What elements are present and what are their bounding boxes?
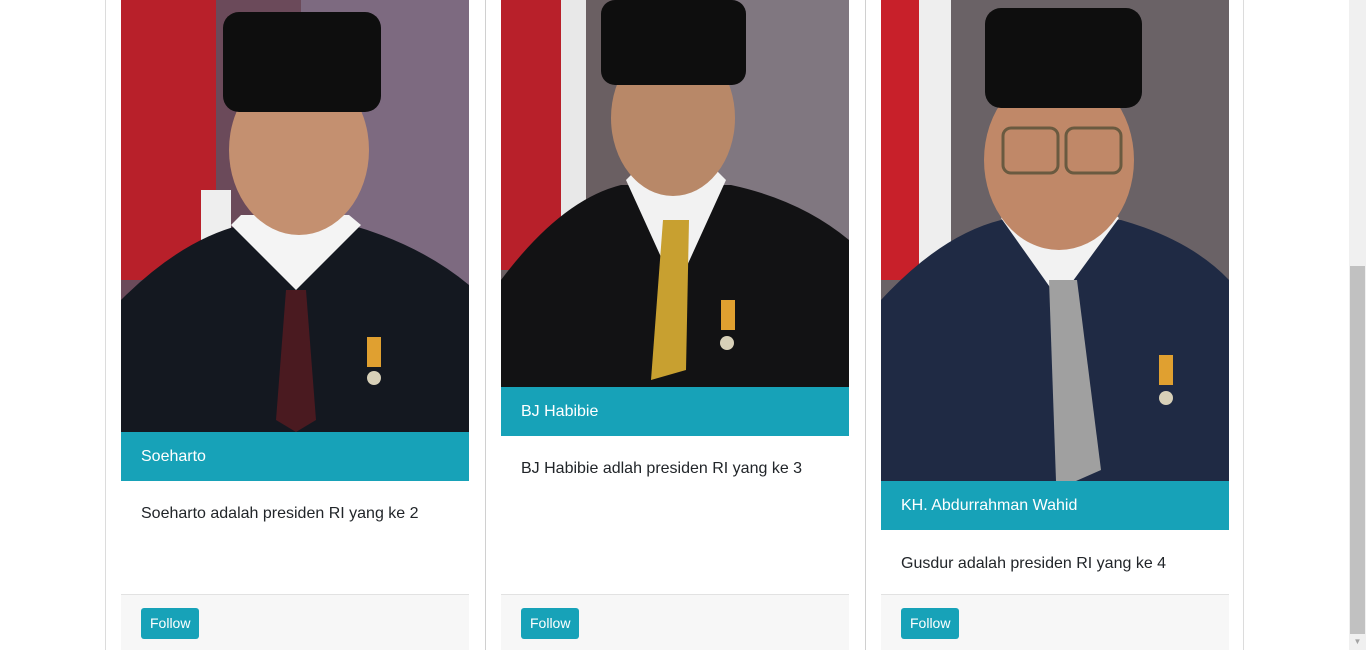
- portrait-image: [121, 0, 469, 432]
- president-card: Soeharto Soeharto adalah presiden RI yan…: [121, 0, 469, 650]
- president-description: Soeharto adalah presiden RI yang ke 2: [141, 505, 419, 522]
- column-divider: [485, 0, 486, 650]
- scrollbar-thumb[interactable]: [1350, 266, 1365, 634]
- page: Soeharto Soeharto adalah presiden RI yan…: [0, 0, 1366, 650]
- president-name-bar: KH. Abdurrahman Wahid: [881, 481, 1229, 530]
- follow-button[interactable]: Follow: [901, 608, 960, 639]
- card-footer: Follow: [501, 594, 849, 650]
- column-divider: [865, 0, 866, 650]
- president-name-bar: Soeharto: [121, 432, 469, 481]
- president-name-bar: BJ Habibie: [501, 387, 849, 436]
- president-photo: [501, 0, 849, 387]
- president-card: KH. Abdurrahman Wahid Gusdur adalah pres…: [881, 0, 1229, 650]
- scroll-down-arrow-icon[interactable]: ▼: [1349, 633, 1366, 650]
- card-footer: Follow: [121, 594, 469, 650]
- portrait-image: [881, 0, 1229, 481]
- president-photo: [881, 0, 1229, 481]
- follow-button[interactable]: Follow: [521, 608, 580, 639]
- vertical-scrollbar[interactable]: ▼: [1349, 0, 1366, 650]
- follow-button[interactable]: Follow: [141, 608, 200, 639]
- president-card: BJ Habibie BJ Habibie adlah presiden RI …: [501, 0, 849, 650]
- president-photo: [121, 0, 469, 432]
- president-description: BJ Habibie adlah presiden RI yang ke 3: [521, 460, 803, 477]
- container-border-left: [105, 0, 106, 650]
- card-footer: Follow: [881, 594, 1229, 650]
- president-description: Gusdur adalah presiden RI yang ke 4: [901, 555, 1167, 572]
- portrait-image: [501, 0, 849, 387]
- container-border-right: [1243, 0, 1244, 650]
